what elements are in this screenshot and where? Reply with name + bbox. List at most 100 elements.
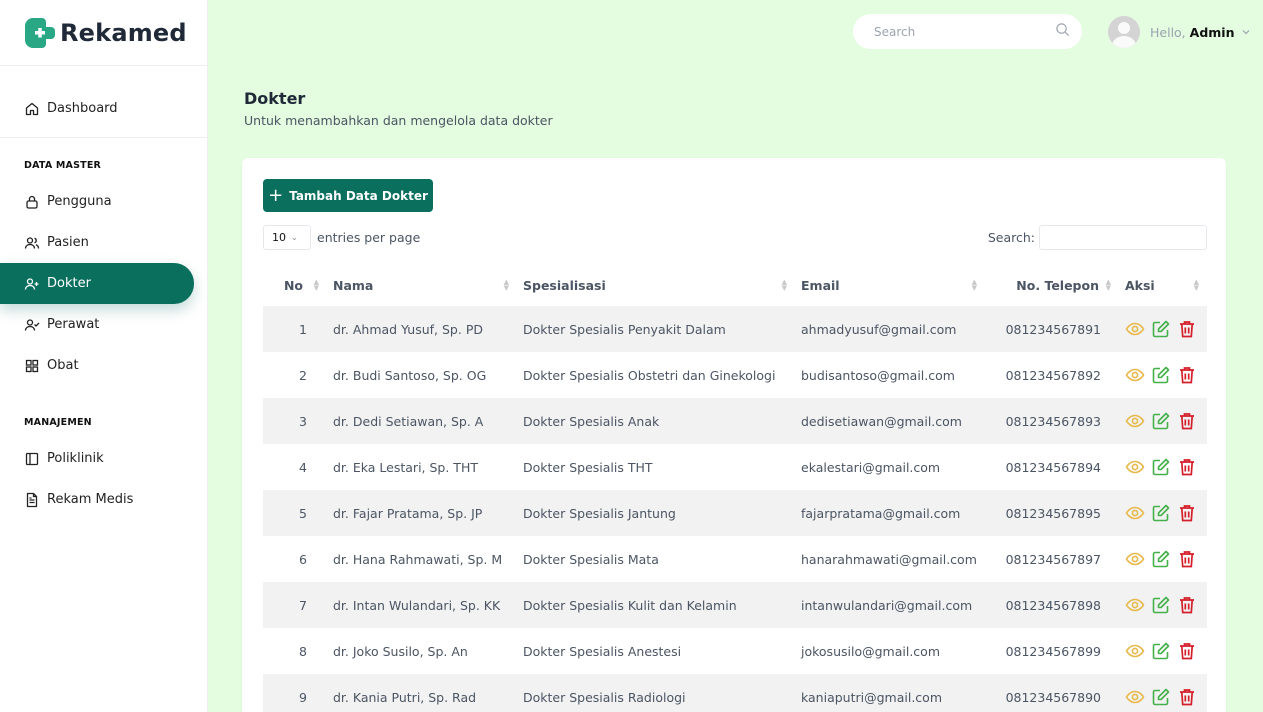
- trash-icon[interactable]: [1177, 549, 1197, 569]
- edit-icon[interactable]: [1151, 503, 1171, 523]
- table-body: 1 dr. Ahmad Yusuf, Sp. PD Dokter Spesial…: [263, 306, 1207, 712]
- entries-value: 10: [272, 231, 286, 244]
- row-actions: [1125, 457, 1207, 477]
- cell-email: ekalestari@gmail.com: [801, 459, 941, 475]
- eye-icon[interactable]: [1125, 503, 1145, 523]
- cell-aksi: [1113, 306, 1207, 352]
- cell-spesialisasi: Dokter Spesialis Jantung: [523, 490, 801, 536]
- section-title-data-master: DATA MASTER: [24, 160, 102, 171]
- page-subtitle: Untuk menambahkan dan mengelola data dok…: [244, 113, 553, 128]
- sidebar-item-pengguna[interactable]: Pengguna: [0, 181, 194, 222]
- table-row: 7 dr. Intan Wulandari, Sp. KK Dokter Spe…: [263, 582, 1207, 628]
- column-header-email[interactable]: Email ▲ ▼: [801, 264, 991, 306]
- sidebar-item-dashboard[interactable]: Dashboard: [0, 88, 194, 129]
- edit-icon[interactable]: [1151, 641, 1171, 661]
- chevron-down-icon[interactable]: [1241, 27, 1251, 37]
- edit-icon[interactable]: [1151, 457, 1171, 477]
- cell-telepon: 081234567895: [991, 490, 1113, 536]
- global-search: [853, 14, 1082, 49]
- sidebar-item-poliklinik[interactable]: Poliklinik: [0, 438, 194, 479]
- cell-email: jokosusilo@gmail.com: [801, 643, 940, 659]
- cell-no: 2: [299, 367, 307, 383]
- row-actions: [1125, 365, 1207, 385]
- plus-icon: +: [268, 184, 284, 206]
- rekamed-logo-icon: [25, 17, 55, 48]
- trash-icon[interactable]: [1177, 457, 1197, 477]
- search-input[interactable]: [874, 24, 1055, 39]
- cell-email: budisantoso@gmail.com: [801, 367, 955, 383]
- table-row: 1 dr. Ahmad Yusuf, Sp. PD Dokter Spesial…: [263, 306, 1207, 352]
- cell-no: 3: [263, 398, 333, 444]
- user-menu[interactable]: Hello, Admin: [1108, 16, 1251, 48]
- eye-icon[interactable]: [1125, 641, 1145, 661]
- eye-icon[interactable]: [1125, 411, 1145, 431]
- user-greeting: Hello, Admin: [1150, 25, 1235, 40]
- edit-icon[interactable]: [1151, 411, 1171, 431]
- trash-icon[interactable]: [1177, 687, 1197, 707]
- eye-icon[interactable]: [1125, 457, 1145, 477]
- header-label: No. Telepon: [1016, 277, 1099, 293]
- eye-icon[interactable]: [1125, 549, 1145, 569]
- trash-icon[interactable]: [1177, 319, 1197, 339]
- column-header-aksi[interactable]: Aksi ▲ ▼: [1113, 264, 1207, 306]
- cell-nama: dr. Fajar Pratama, Sp. JP: [333, 490, 523, 536]
- sidebar: Rekamed Dashboard DATA MASTER Pengguna P…: [0, 0, 208, 712]
- user-check-icon: [24, 317, 40, 333]
- sort-icon: ▲ ▼: [971, 278, 977, 292]
- cell-spesialisasi: Dokter Spesialis Kulit dan Kelamin: [523, 582, 801, 628]
- cell-telepon: 081234567892: [1005, 367, 1101, 383]
- sidebar-item-pasien[interactable]: Pasien: [0, 222, 194, 263]
- column-header-nama[interactable]: Nama ▲ ▼: [333, 264, 523, 306]
- avatar[interactable]: [1108, 16, 1140, 48]
- sidebar-item-label: Obat: [47, 358, 79, 373]
- eye-icon[interactable]: [1125, 687, 1145, 707]
- column-header-telepon[interactable]: No. Telepon ▲ ▼: [991, 264, 1113, 306]
- table-search-input[interactable]: [1039, 225, 1207, 250]
- cell-spesialisasi: Dokter Spesialis Mata: [523, 551, 659, 567]
- cell-aksi: [1113, 674, 1207, 712]
- cell-email: kaniaputri@gmail.com: [801, 674, 991, 712]
- column-header-spesialisasi[interactable]: Spesialisasi ▲ ▼: [523, 264, 801, 306]
- sort-icon: ▲ ▼: [1105, 278, 1111, 292]
- column-header-no[interactable]: No ▲ ▼: [263, 264, 333, 306]
- sidebar-item-rekam-medis[interactable]: Rekam Medis: [0, 479, 194, 520]
- sidebar-item-label: Pengguna: [47, 194, 112, 209]
- cell-aksi: [1113, 444, 1207, 490]
- brand-name: Rekamed: [60, 18, 187, 47]
- edit-icon[interactable]: [1151, 365, 1171, 385]
- edit-icon[interactable]: [1151, 595, 1171, 615]
- cell-telepon: 081234567891: [991, 306, 1113, 352]
- chevron-down-icon: ⌄: [291, 233, 298, 242]
- trash-icon[interactable]: [1177, 411, 1197, 431]
- cell-email: intanwulandari@gmail.com: [801, 582, 991, 628]
- eye-icon[interactable]: [1125, 365, 1145, 385]
- trash-icon[interactable]: [1177, 503, 1197, 523]
- edit-icon[interactable]: [1151, 319, 1171, 339]
- cell-spesialisasi: Dokter Spesialis Obstetri dan Ginekologi: [523, 367, 776, 383]
- trash-icon[interactable]: [1177, 365, 1197, 385]
- cell-telepon: 081234567890: [991, 674, 1113, 712]
- eye-icon[interactable]: [1125, 319, 1145, 339]
- home-icon: [24, 101, 40, 117]
- eye-icon[interactable]: [1125, 595, 1145, 615]
- entries-select[interactable]: 10 ⌄: [263, 225, 311, 250]
- sidebar-item-label: Pasien: [47, 235, 89, 250]
- table-row: 2 dr. Budi Santoso, Sp. OG Dokter Spesia…: [263, 352, 1207, 398]
- sidebar-item-obat[interactable]: Obat: [0, 345, 194, 386]
- cell-aksi: [1113, 628, 1207, 674]
- brand[interactable]: Rekamed: [0, 0, 207, 66]
- edit-icon[interactable]: [1151, 687, 1171, 707]
- trash-icon[interactable]: [1177, 641, 1197, 661]
- add-doctor-button[interactable]: + Tambah Data Dokter: [263, 179, 433, 212]
- sidebar-item-perawat[interactable]: Perawat: [0, 304, 194, 345]
- search-icon[interactable]: [1055, 22, 1070, 41]
- cell-telepon: 081234567894: [1005, 459, 1101, 475]
- cell-nama: dr. Joko Susilo, Sp. An: [333, 643, 468, 659]
- trash-icon[interactable]: [1177, 595, 1197, 615]
- cell-nama: dr. Ahmad Yusuf, Sp. PD: [333, 306, 523, 352]
- cell-email: ahmadyusuf@gmail.com: [801, 306, 991, 352]
- sidebar-item-label: Rekam Medis: [47, 492, 134, 507]
- cell-no: 5: [263, 490, 333, 536]
- edit-icon[interactable]: [1151, 549, 1171, 569]
- sidebar-item-dokter[interactable]: Dokter: [0, 263, 194, 304]
